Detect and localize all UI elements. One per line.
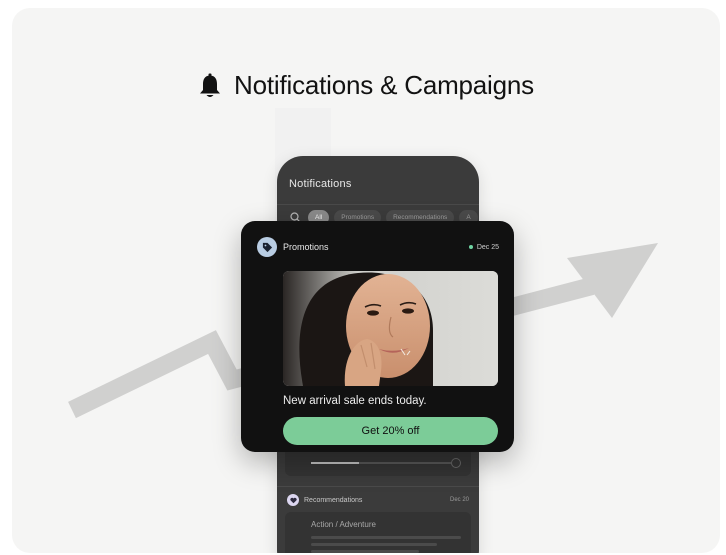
heart-icon	[287, 494, 299, 506]
page-header: Notifications & Campaigns	[12, 70, 720, 101]
text-placeholder-line	[311, 550, 419, 553]
bell-icon	[198, 72, 222, 100]
phone-title: Notifications	[289, 178, 352, 190]
tag-icon	[257, 237, 277, 257]
divider	[277, 486, 479, 487]
notification-date-text: Dec 25	[476, 243, 499, 251]
notification-header: Promotions Dec 25	[257, 237, 499, 257]
text-placeholder-line	[311, 543, 437, 546]
promo-image	[283, 271, 498, 386]
recommendation-header: Recommendations Dec 20	[287, 494, 469, 506]
radio-indicator	[451, 458, 461, 468]
recommendation-category: Recommendations	[304, 496, 363, 504]
get-discount-button[interactable]: Get 20% off	[283, 417, 498, 445]
promotion-notification-popup[interactable]: Promotions Dec 25 New arrival sale ends …	[241, 221, 514, 452]
progress-bar	[311, 462, 451, 464]
divider	[277, 204, 479, 205]
unread-dot	[468, 245, 473, 249]
recommendation-card[interactable]: Action / Adventure	[285, 512, 471, 553]
notification-message: New arrival sale ends today.	[283, 395, 427, 407]
notification-category: Promotions	[283, 242, 329, 252]
page-title: Notifications & Campaigns	[234, 70, 534, 100]
recommendation-date: Dec 20	[449, 497, 469, 503]
notification-date: Dec 25	[468, 243, 499, 251]
text-placeholder-line	[311, 536, 461, 539]
hero-card: Notifications & Campaigns Notifications …	[12, 8, 720, 553]
recommendation-title: Action / Adventure	[311, 520, 376, 529]
